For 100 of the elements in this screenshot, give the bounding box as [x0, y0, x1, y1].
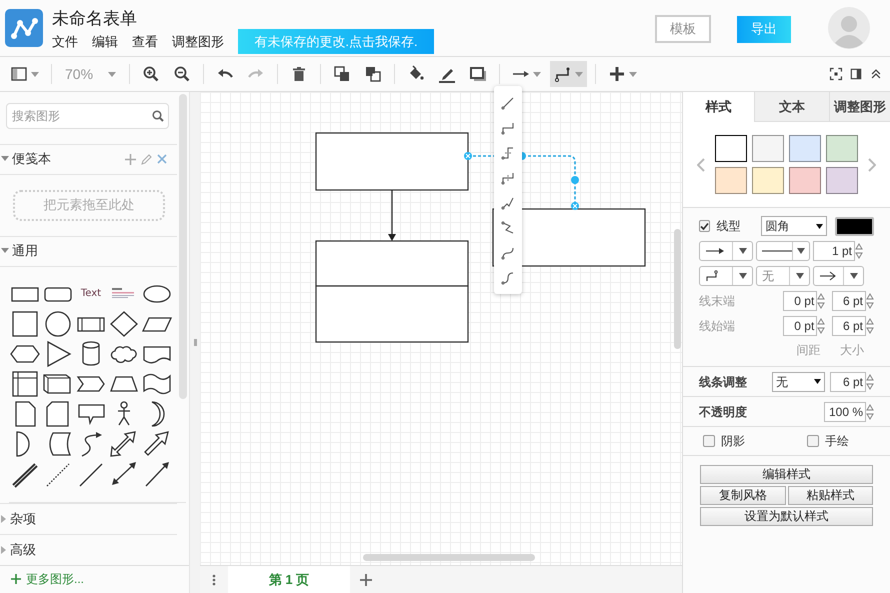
waypoint-select[interactable]: [699, 266, 753, 286]
scrollbar[interactable]: [179, 94, 187, 399]
menu-item[interactable]: 查看: [132, 33, 158, 51]
splitter-handle[interactable]: [194, 339, 196, 346]
line-style-select[interactable]: 圆角: [761, 216, 828, 236]
column-label: 间距: [795, 342, 822, 359]
dropdown-arrow-icon: [816, 224, 824, 228]
scrollbar[interactable]: [363, 554, 535, 561]
template-button[interactable]: 模板: [655, 15, 711, 43]
more-shapes-link[interactable]: 更多图形...: [26, 570, 84, 588]
spinner-icon[interactable]: [817, 317, 826, 335]
tab[interactable]: 调整图形: [829, 92, 890, 122]
curve-select[interactable]: 无: [772, 372, 826, 392]
more-icon[interactable]: [212, 574, 216, 586]
end-marker-select[interactable]: [813, 266, 864, 286]
size-field[interactable]: 6 pt: [832, 291, 866, 311]
toolbar-button[interactable]: [848, 66, 864, 82]
spinner-icon[interactable]: [866, 292, 874, 310]
style-button[interactable]: 粘贴样式: [788, 486, 873, 505]
style-swatch[interactable]: [715, 167, 747, 194]
menu-item[interactable]: 编辑: [92, 33, 118, 51]
dropdown-arrow-icon: [738, 248, 746, 254]
section-title: 高级: [10, 541, 36, 560]
check-icon: [700, 222, 710, 230]
section-header[interactable]: 杂项: [0, 502, 177, 534]
text-shape[interactable]: Text: [80, 286, 102, 302]
section-title: 通用: [12, 242, 38, 260]
size-field[interactable]: 6 pt: [832, 316, 866, 336]
rectangle-shape[interactable]: [315, 285, 469, 343]
opacity-field[interactable]: 100 %: [824, 402, 866, 422]
style-swatch[interactable]: [752, 167, 784, 194]
start-marker-select[interactable]: 无: [756, 266, 810, 286]
search-icon: [152, 110, 164, 122]
rectangle-shape[interactable]: [315, 240, 469, 287]
connection-select[interactable]: [699, 241, 753, 261]
rectangle-shape[interactable]: [315, 132, 469, 191]
style-swatch[interactable]: [789, 167, 821, 194]
dropdown-arrow-icon: [797, 248, 805, 254]
spacing-field[interactable]: 0 pt: [783, 316, 818, 336]
caret-icon: [533, 72, 542, 76]
caret-icon: [629, 72, 638, 76]
spacing-field[interactable]: 0 pt: [783, 291, 818, 311]
send-to-back-icon: [364, 65, 382, 83]
caret-icon: [31, 72, 39, 76]
style-button[interactable]: 编辑样式: [700, 465, 873, 484]
tab[interactable]: 样式: [683, 92, 754, 122]
line-color-swatch[interactable]: [835, 216, 874, 236]
search-field[interactable]: 搜索图形: [6, 103, 169, 129]
style-swatch[interactable]: [826, 167, 858, 194]
spinner-icon[interactable]: [817, 292, 826, 310]
panel-icon: [849, 67, 863, 81]
style-swatch[interactable]: [715, 135, 747, 162]
style-swatch[interactable]: [752, 135, 784, 162]
collapsed-icon: [1, 514, 7, 523]
spinner-icon[interactable]: [866, 372, 874, 390]
column-label: 大小: [839, 342, 866, 359]
line-label: 线型: [716, 218, 742, 235]
spinner-icon[interactable]: [866, 402, 874, 420]
style-swatch[interactable]: [789, 135, 821, 162]
connector-arrow[interactable]: [388, 190, 396, 241]
row-label: 线条调整: [699, 374, 748, 390]
layout-icon: [10, 65, 28, 83]
expanded-icon: [1, 248, 9, 254]
toolbar-button[interactable]: [828, 66, 844, 82]
section-header[interactable]: 通用: [0, 236, 177, 267]
tab[interactable]: 文本: [754, 92, 829, 122]
row-label: 线末端: [699, 293, 736, 310]
row-label: 不透明度: [699, 404, 748, 420]
collapse-icon: [869, 67, 883, 81]
document-title[interactable]: 未命名表单: [52, 9, 224, 29]
style-button[interactable]: 设置为默认样式: [700, 507, 873, 526]
pattern-select[interactable]: [756, 241, 810, 261]
size-field[interactable]: 6 pt: [830, 372, 866, 392]
style-swatch[interactable]: [826, 135, 858, 162]
spinner-icon[interactable]: [855, 242, 863, 260]
menu-item[interactable]: 调整图形: [172, 33, 224, 51]
row-label: 线始端: [699, 318, 736, 335]
add-page-icon[interactable]: [360, 574, 372, 586]
expanded-icon: [1, 156, 9, 162]
plus-icon[interactable]: [11, 574, 21, 584]
checkbox[interactable]: [699, 220, 710, 232]
spinner-icon[interactable]: [866, 317, 874, 335]
caret-icon: [575, 72, 584, 76]
checkbox[interactable]: [703, 435, 715, 447]
scrollbar[interactable]: [674, 229, 681, 349]
section-header[interactable]: 高级: [0, 534, 177, 565]
menu-item[interactable]: 文件: [52, 33, 78, 51]
toolbar-button[interactable]: [550, 61, 588, 87]
section-title: 便笺本: [12, 150, 51, 168]
line-width-field[interactable]: 1 pt: [813, 241, 855, 261]
dropdown-arrow-icon: [796, 273, 804, 279]
checkbox[interactable]: [807, 435, 819, 447]
dropdown-arrow-icon: [738, 273, 746, 279]
page-tab[interactable]: 第 1 页: [228, 566, 350, 593]
zoom-in-icon: [142, 65, 160, 83]
option-label: 手绘: [825, 433, 850, 450]
style-button[interactable]: 复制风格: [700, 486, 786, 505]
fit-screen-icon: [829, 67, 843, 81]
dropdown-arrow-icon: [814, 379, 822, 384]
orthogonal-connector-icon: [705, 270, 719, 282]
